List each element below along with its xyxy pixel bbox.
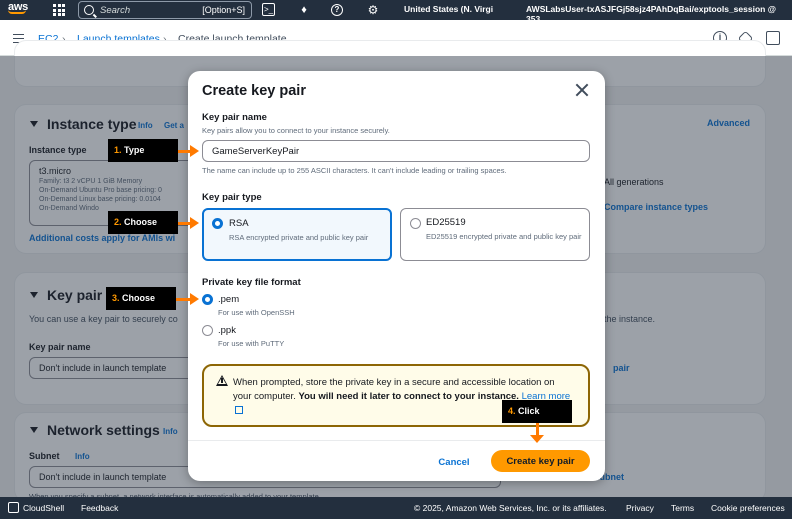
notifications-bell-icon[interactable]: ♦: [296, 2, 312, 18]
rsa-description: RSA encrypted private and public key pai…: [229, 233, 369, 242]
feedback-icon[interactable]: [766, 31, 780, 45]
ppk-radio[interactable]: [202, 325, 213, 336]
modal-title: Create key pair: [202, 83, 306, 99]
warning-bold-message: You will need it later to connect to you…: [298, 391, 519, 402]
ppk-description: For use with PuTTY: [218, 339, 285, 348]
terms-link[interactable]: Terms: [671, 503, 694, 513]
callout-1-label: Type: [124, 145, 145, 155]
arrow-right-icon: [178, 145, 199, 156]
key-pair-name-hint: The name can include up to 255 ASCII cha…: [202, 166, 507, 175]
cloudshell-link[interactable]: CloudShell: [23, 503, 64, 513]
key-type-rsa-tile[interactable]: RSA RSA encrypted private and public key…: [202, 208, 392, 261]
aws-logo-text: aws: [8, 1, 28, 13]
callout-4-label: Click: [518, 406, 540, 416]
callout-2-label: Choose: [124, 217, 158, 227]
privacy-link[interactable]: Privacy: [626, 503, 654, 513]
key-pair-name-label: Key pair name: [202, 112, 267, 123]
ed25519-description: ED25519 encrypted private and public key…: [426, 232, 582, 241]
search-bar[interactable]: [Option+S]: [78, 1, 252, 19]
pem-title[interactable]: .pem: [218, 294, 239, 305]
callout-4-number: 4.: [508, 406, 516, 416]
ed25519-radio[interactable]: [410, 218, 421, 229]
region-selector[interactable]: United States (N. Virgi: [404, 4, 493, 14]
search-shortcut-hint: [Option+S]: [202, 5, 245, 15]
close-icon[interactable]: [574, 82, 590, 98]
help-icon[interactable]: ?: [331, 4, 343, 16]
callout-4: 4. Click: [502, 400, 572, 423]
rsa-radio[interactable]: [212, 218, 223, 229]
search-icon: [84, 5, 94, 15]
private-key-format-label: Private key file format: [202, 277, 301, 288]
cloudshell-icon[interactable]: [8, 502, 19, 513]
top-navigation: aws [Option+S] >_ ♦ ? ⚙ United States (N…: [0, 0, 792, 24]
callout-1-number: 1.: [114, 145, 122, 155]
ed25519-title: ED25519: [426, 217, 466, 228]
cancel-button[interactable]: Cancel: [428, 451, 480, 473]
cloudshell-icon[interactable]: >_: [262, 3, 275, 16]
ppk-title[interactable]: .ppk: [218, 325, 236, 336]
callout-3: 3. Choose: [106, 287, 176, 310]
pem-description: For use with OpenSSH: [218, 308, 295, 317]
external-link-icon: [235, 406, 243, 414]
key-pair-type-label: Key pair type: [202, 192, 262, 203]
aws-logo[interactable]: aws: [8, 1, 28, 14]
key-pair-name-input[interactable]: [202, 140, 590, 162]
arrow-right-icon: [176, 293, 199, 304]
rsa-title: RSA: [229, 218, 249, 229]
callout-3-number: 3.: [112, 293, 120, 303]
create-key-pair-button[interactable]: Create key pair: [491, 450, 590, 472]
callout-2-number: 2.: [114, 217, 122, 227]
callout-1: 1. Type: [108, 139, 178, 162]
services-menu-icon[interactable]: [53, 4, 65, 16]
copyright-text: © 2025, Amazon Web Services, Inc. or its…: [414, 503, 607, 513]
cookie-preferences-link[interactable]: Cookie preferences: [711, 503, 785, 513]
footer: CloudShell Feedback © 2025, Amazon Web S…: [0, 497, 792, 519]
feedback-link[interactable]: Feedback: [81, 503, 118, 513]
key-type-ed25519-tile[interactable]: ED25519 ED25519 encrypted private and pu…: [400, 208, 590, 261]
settings-gear-icon[interactable]: ⚙: [365, 2, 381, 18]
arrow-right-icon: [178, 217, 199, 228]
search-input[interactable]: [100, 4, 210, 16]
callout-3-label: Choose: [122, 293, 156, 303]
callout-2: 2. Choose: [108, 211, 178, 234]
key-pair-name-description: Key pairs allow you to connect to your i…: [202, 126, 390, 135]
pem-radio[interactable]: [202, 294, 213, 305]
warning-mark: [221, 378, 223, 383]
arrow-down-icon: [531, 423, 543, 443]
